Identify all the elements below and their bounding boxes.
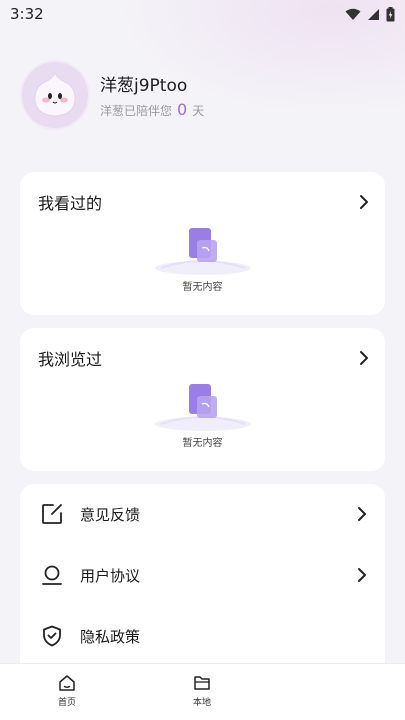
menu-label-feedback: 意见反馈 — [80, 505, 141, 524]
menu-label-privacy-policy: 隐私政策 — [80, 627, 141, 646]
empty-document-icon — [154, 384, 251, 431]
empty-document-icon — [154, 228, 251, 275]
watched-header[interactable]: 我看过的 — [38, 190, 369, 214]
status-icons — [345, 6, 395, 22]
chevron-right-icon — [358, 568, 366, 582]
browsed-title: 我浏览过 — [38, 350, 103, 369]
menu-item-user-agreement[interactable]: 用户协议 — [40, 563, 367, 587]
chevron-right-icon — [358, 507, 366, 521]
chevron-right-icon[interactable] — [359, 194, 369, 210]
username: 洋葱j9Ptoo — [100, 76, 188, 96]
shield-icon — [40, 624, 64, 648]
profile-text: 洋葱j9Ptoo 洋葱已陪伴您 0 天 — [100, 71, 204, 119]
home-icon — [59, 675, 75, 691]
tab-label-home: 首页 — [57, 698, 76, 708]
browsed-empty-text: 暂无内容 — [182, 438, 223, 449]
browsed-header[interactable]: 我浏览过 — [38, 346, 369, 370]
watched-card: 我看过的 暂无内容 — [20, 172, 385, 315]
watched-empty-text: 暂无内容 — [182, 282, 223, 293]
menu-item-privacy-policy[interactable]: 隐私政策 — [40, 624, 367, 648]
wifi-icon — [345, 8, 361, 20]
bottom-tab-bar: 首页 本地 — [0, 663, 405, 720]
profile-section: 洋葱j9Ptoo 洋葱已陪伴您 0 天 — [22, 62, 204, 128]
days-count: 0 — [177, 100, 188, 119]
days-suffix: 天 — [192, 104, 205, 118]
status-time: 3:32 — [10, 5, 44, 23]
battery-icon — [386, 6, 395, 21]
user-icon — [40, 563, 64, 587]
companion-days: 洋葱已陪伴您 0 天 — [100, 100, 204, 119]
watched-title: 我看过的 — [38, 194, 103, 213]
menu-label-user-agreement: 用户协议 — [80, 566, 141, 585]
browsed-empty-state: 暂无内容 — [20, 380, 385, 449]
browsed-card: 我浏览过 暂无内容 — [20, 328, 385, 471]
chevron-right-icon[interactable] — [359, 350, 369, 366]
folder-icon — [194, 676, 210, 690]
watched-empty-state: 暂无内容 — [20, 224, 385, 293]
menu-item-feedback[interactable]: 意见反馈 — [40, 502, 367, 526]
tab-label-local: 本地 — [192, 698, 211, 708]
status-bar: 3:32 — [0, 0, 405, 28]
onion-mascot-icon — [34, 71, 76, 117]
days-prefix: 洋葱已陪伴您 — [100, 104, 173, 118]
tab-home[interactable]: 首页 — [37, 674, 97, 708]
edit-icon — [40, 502, 64, 526]
signal-icon — [368, 8, 379, 20]
avatar[interactable] — [22, 62, 88, 128]
tab-local[interactable]: 本地 — [172, 674, 232, 708]
settings-menu-card: 意见反馈 用户协议 隐私政策 — [20, 484, 385, 684]
